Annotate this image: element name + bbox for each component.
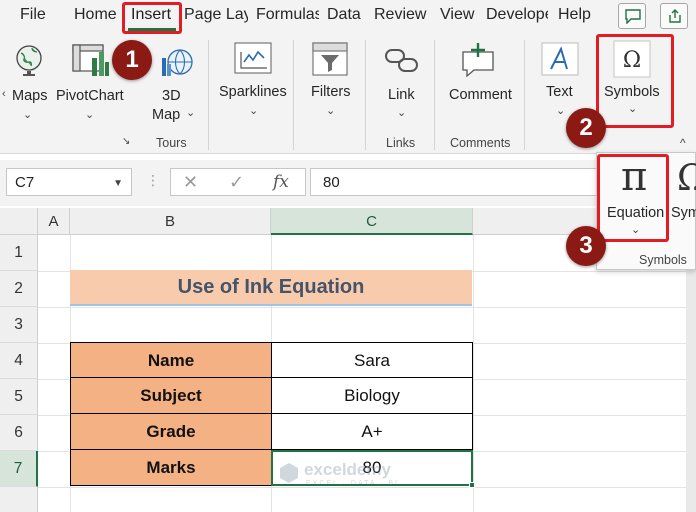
cell-b5-key[interactable]: Subject: [70, 378, 272, 414]
tab-page-layout[interactable]: Page Layout: [184, 6, 248, 24]
group-separator: [524, 40, 525, 150]
column-header-a[interactable]: A: [38, 208, 70, 235]
filters-chevron-icon[interactable]: ⌄: [326, 104, 335, 117]
maps-chevron-icon[interactable]: ⌄: [23, 108, 32, 121]
row-header-3[interactable]: 3: [0, 307, 38, 343]
row-header-5[interactable]: 5: [0, 379, 38, 415]
text-button[interactable]: Text: [546, 84, 573, 100]
dialog-launcher-icon[interactable]: ↘: [122, 136, 130, 147]
step-badge-1: 1: [112, 40, 152, 80]
filter-icon[interactable]: [312, 42, 348, 76]
group-separator: [365, 40, 366, 150]
group-separator: [293, 40, 294, 150]
step-badge-2: 2: [566, 108, 606, 148]
cell-c6-value[interactable]: A+: [271, 414, 473, 450]
text-chevron-icon[interactable]: ⌄: [556, 104, 565, 117]
tab-home[interactable]: Home: [74, 6, 117, 24]
row-header-7[interactable]: 7: [0, 451, 38, 487]
cell-b6-key[interactable]: Grade: [70, 414, 272, 450]
select-all-corner[interactable]: [0, 208, 38, 235]
maps-button[interactable]: Maps: [12, 88, 47, 104]
active-cell-outline: [271, 450, 473, 486]
column-header-b[interactable]: B: [70, 208, 271, 235]
pivotchart-chevron-icon[interactable]: ⌄: [85, 108, 94, 121]
row-header-4[interactable]: 4: [0, 343, 38, 379]
3d-map-button[interactable]: Map: [152, 107, 180, 123]
fill-handle[interactable]: [469, 482, 475, 488]
tab-view[interactable]: View: [440, 6, 474, 24]
comment-button[interactable]: Comment: [449, 87, 512, 103]
tab-file[interactable]: File: [20, 6, 46, 24]
name-box[interactable]: C7 ▼: [6, 168, 132, 196]
sparklines-button[interactable]: Sparklines: [219, 84, 287, 100]
sheet-title-cell[interactable]: Use of Ink Equation: [70, 270, 472, 306]
cell-c5-value[interactable]: Biology: [271, 378, 473, 414]
omega-symbol-icon[interactable]: Ω: [677, 157, 696, 201]
vertical-dots-icon: ⋮: [146, 172, 160, 188]
pivotchart-icon[interactable]: [72, 44, 110, 78]
comments-button[interactable]: [618, 3, 646, 29]
3d-map-chevron-icon[interactable]: ⌄: [186, 106, 195, 119]
highlight-equation-button: [597, 154, 669, 242]
symbol-button[interactable]: Symbol: [671, 205, 696, 221]
3d-map-icon[interactable]: [160, 44, 194, 78]
formula-input[interactable]: 80: [310, 168, 600, 196]
enter-check-icon[interactable]: ✓: [229, 172, 244, 193]
tab-data[interactable]: Data: [327, 6, 361, 24]
highlight-symbols-button: [596, 34, 674, 128]
row-header-2[interactable]: 2: [0, 271, 38, 307]
gridline: [38, 307, 696, 308]
row-header-8[interactable]: [0, 487, 38, 512]
row-header-1[interactable]: 1: [0, 235, 38, 271]
sparklines-chevron-icon[interactable]: ⌄: [249, 104, 258, 117]
row-header-6[interactable]: 6: [0, 415, 38, 451]
new-comment-icon[interactable]: [460, 42, 500, 78]
insert-function-icon[interactable]: fx: [273, 172, 289, 192]
name-box-value: C7: [15, 174, 35, 191]
comment-bubble-icon: [625, 9, 641, 24]
link-button[interactable]: Link: [388, 87, 415, 103]
collapse-ribbon-icon[interactable]: ^: [680, 136, 686, 150]
tab-developer[interactable]: Developer: [486, 6, 548, 24]
step-badge-3: 3: [566, 226, 606, 266]
group-label-links: Links: [386, 136, 416, 150]
chevron-down-icon[interactable]: ▼: [113, 178, 123, 189]
group-separator: [208, 40, 209, 150]
ribbon-tab-bar: File Home Insert Page Layout Formulas Da…: [0, 0, 696, 32]
group-label-symbols: Symbols: [639, 253, 687, 267]
group-label-comments: Comments: [450, 136, 511, 150]
share-icon: [669, 9, 681, 23]
share-button[interactable]: [660, 3, 688, 29]
maps-globe-icon[interactable]: [14, 44, 44, 76]
highlight-insert-tab: [122, 2, 182, 34]
link-icon[interactable]: [384, 46, 420, 76]
gridline: [473, 235, 474, 512]
group-label-tours: Tours: [156, 136, 187, 150]
pivotchart-button[interactable]: PivotChart: [56, 88, 124, 104]
sparklines-icon[interactable]: [234, 42, 272, 74]
gridline: [38, 487, 696, 488]
formula-bar-area: C7 ▼ ⋮ ✕ ✓ fx 80: [0, 160, 696, 206]
cell-c4-value[interactable]: Sara: [271, 342, 473, 378]
tab-help[interactable]: Help: [558, 6, 591, 24]
cancel-icon[interactable]: ✕: [183, 172, 198, 193]
cell-b7-key[interactable]: Marks: [70, 450, 272, 486]
tab-formulas[interactable]: Formulas: [256, 6, 319, 24]
ribbon-scroll-left-icon[interactable]: ‹: [2, 88, 6, 100]
column-header-c[interactable]: C: [271, 208, 473, 235]
tab-review[interactable]: Review: [374, 6, 426, 24]
formula-controls: ✕ ✓ fx: [170, 168, 306, 196]
filters-button[interactable]: Filters: [311, 84, 350, 100]
group-separator: [434, 40, 435, 150]
cell-b4-key[interactable]: Name: [70, 342, 272, 378]
link-chevron-icon[interactable]: ⌄: [397, 106, 406, 119]
text-box-icon[interactable]: [541, 42, 579, 76]
3d-map-label-line1[interactable]: 3D: [162, 88, 181, 104]
